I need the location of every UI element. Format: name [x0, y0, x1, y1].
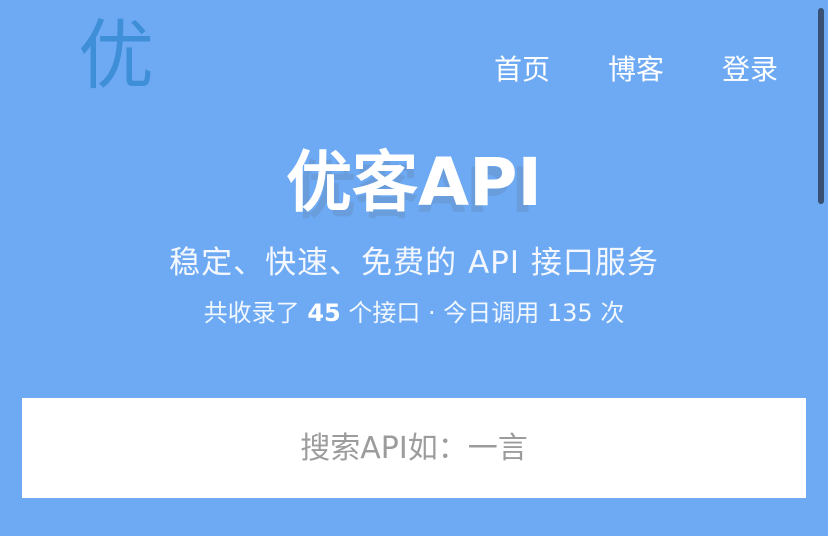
api-search-input[interactable]: [22, 398, 806, 498]
calls-today: 135: [546, 299, 593, 327]
nav-blog-link[interactable]: 博客: [608, 50, 664, 90]
stats-middle: 个接口 · 今日调用: [340, 299, 547, 327]
hero-tagline: 稳定、快速、免费的 API 接口服务: [169, 245, 659, 281]
site-logo[interactable]: 优: [78, 18, 154, 94]
nav-home-link[interactable]: 首页: [494, 50, 550, 90]
api-count: 45: [307, 299, 341, 327]
nav-login-link[interactable]: 登录: [722, 50, 778, 90]
stats-suffix: 次: [592, 299, 625, 327]
hero-title: 优客API: [285, 144, 542, 221]
main-nav: 首页 博客 登录: [494, 50, 778, 90]
api-stats: 共收录了 45 个接口 · 今日调用 135 次: [0, 296, 828, 330]
stats-prefix: 共收录了: [203, 299, 308, 327]
hero-title-area: 优客API 优客API: [0, 138, 828, 238]
